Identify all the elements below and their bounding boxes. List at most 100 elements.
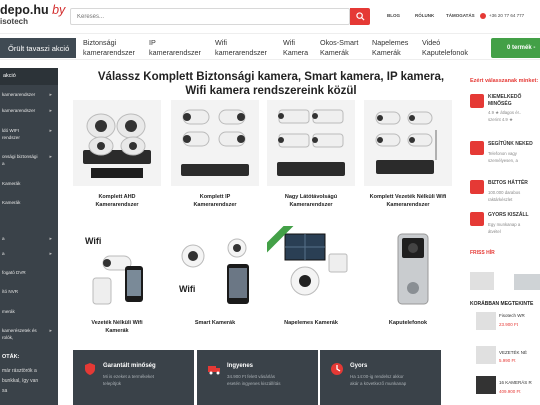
logo[interactable]: depo.hu by isotech (0, 3, 66, 29)
cart-button[interactable]: 0 termék - (491, 38, 540, 58)
promo-button[interactable]: Őrült tavaszi akció (0, 38, 76, 58)
benefit-quality: Garantált minőség Mi is ezeket a terméke… (73, 350, 194, 405)
product-name[interactable]: Fisotech WR (499, 313, 525, 318)
blog-link[interactable]: BLOG (387, 13, 400, 18)
sidebar-bottom-text: bunkkal, így van (2, 378, 39, 384)
card-label[interactable]: Nagy Látótávolságú Kamerarendszer (267, 193, 355, 209)
chevron-right-icon: ▸ (49, 251, 52, 257)
sidebar-item[interactable]: Kamerák (0, 181, 58, 187)
wifi-tag: Wifi (85, 236, 102, 246)
benefit-fast: Gyors Ha 14:00-ig rendelsz akkor akár a k… (320, 350, 441, 405)
card-label[interactable]: Komplett AHD Kamerarendszer (73, 193, 161, 209)
why-us-title: GYORS KISZÁLL (488, 212, 529, 218)
nav-item-smart[interactable]: Okos-Smart Kamerák (320, 38, 358, 58)
benefit-text: 34.900 Ft felett vásárlás esetén ingyenes… (227, 374, 281, 386)
why-us-header: Ezért válasszanak minket: (470, 78, 539, 84)
why-us-title: BIZTOS HÁTTÉR (488, 180, 528, 186)
why-us-text: raktárkészlet (488, 197, 513, 202)
sidebar-item[interactable]: ldó WIFI ▸ (0, 128, 58, 134)
benefit-text: Mi is ezeket a termékeket telepítjük (103, 374, 155, 386)
sidebar-bottom-text: már rásztörök a (2, 368, 37, 374)
card-label[interactable]: Komplett Vezeték Nélküli Wifi Kamerarends… (364, 193, 452, 209)
why-us-text: átvétel (488, 229, 501, 234)
product-name[interactable]: 16 KAMERÁS R (499, 380, 532, 385)
card-label[interactable]: Napelemes Kamerák (267, 319, 355, 327)
news-thumbnail[interactable] (470, 272, 494, 290)
nav-item-doorbell[interactable]: Videó Kaputelefonok (422, 38, 468, 58)
clock-icon (331, 363, 343, 375)
phone-icon (480, 13, 486, 19)
sidebar-item[interactable]: a ▸ (0, 236, 58, 242)
sidebar-bottom-text: sa (2, 388, 8, 394)
why-us-text: 4.9 ★ átlagos ér.. (488, 110, 522, 115)
chat-icon (470, 141, 484, 155)
nav-item-security[interactable]: Biztonsági kamerarendszer (83, 38, 135, 58)
product-image[interactable] (364, 226, 452, 312)
product-image[interactable] (73, 100, 161, 186)
phone-number[interactable]: +36 20 77 64 777 (489, 13, 524, 18)
news-label: FRISS HÍR (470, 250, 495, 256)
logo-subtext: isotech (0, 17, 29, 26)
product-price: 5.990 Ft (499, 358, 516, 363)
card-label[interactable]: Komplett IP Kamerarendszer (171, 193, 259, 209)
main-nav: Őrült tavaszi akció Biztonsági kamerarend… (0, 33, 540, 60)
wifi-tag: Wifi (179, 284, 196, 294)
nav-item-wifi-camera[interactable]: Wifi Kamera (283, 38, 308, 58)
product-price: 23.900 Ft (499, 322, 519, 327)
benefit-free: Ingyenes 34.900 Ft felett vásárlás esetén… (197, 350, 318, 405)
sidebar-bottom-title: OTÁK: (2, 354, 20, 360)
product-thumbnail[interactable] (476, 346, 496, 364)
logo-text: depo.hu by (0, 3, 66, 17)
sidebar-item[interactable]: merák (0, 309, 58, 315)
sidebar-item[interactable]: rendszer (0, 135, 58, 141)
support-link[interactable]: TÁMOGATÁS (446, 13, 475, 18)
sidebar-item[interactable]: fogató DVR (0, 270, 58, 276)
product-name[interactable]: VEZETÉK NÉ (499, 350, 527, 355)
product-image[interactable]: Wifi (73, 226, 161, 312)
sidebar-item[interactable]: a ▸ (0, 251, 58, 257)
sidebar-item[interactable]: a (0, 161, 58, 167)
card-label[interactable]: Smart Kamerák (171, 319, 259, 327)
product-image[interactable] (171, 100, 259, 186)
sidebar-item[interactable]: ító NVR (0, 289, 58, 295)
product-image[interactable]: Wifi (171, 226, 259, 312)
sidebar-item[interactable]: kamerarendszer ▸ (0, 92, 58, 98)
sidebar-item[interactable]: Kamerák (0, 200, 58, 206)
why-us-text: személyesen, a (488, 158, 518, 163)
why-us-text: Egy munkanap a (488, 222, 521, 227)
chevron-right-icon: ▸ (49, 92, 52, 98)
why-us-title: MINŐSÉG (488, 101, 512, 107)
why-us-text: Telefonon vagy (488, 151, 517, 156)
card-label[interactable]: Kaputelefonok (364, 319, 452, 327)
product-thumbnail[interactable] (476, 376, 496, 394)
sidebar-item[interactable]: onsági biztonsági ▸ (0, 154, 58, 160)
card-label[interactable]: Vezeték Nélküli Wifi Kamerák (73, 319, 161, 335)
sidebar-item[interactable]: kamerarendszer ▸ (0, 108, 58, 114)
sidebar-header[interactable]: akció (0, 68, 58, 85)
product-thumbnail[interactable] (476, 312, 496, 330)
search-icon (355, 12, 365, 21)
chevron-right-icon: ▸ (49, 128, 52, 134)
about-link[interactable]: RÓLUNK (415, 13, 434, 18)
product-image[interactable] (267, 226, 355, 312)
search-input[interactable] (70, 8, 350, 25)
star-icon (470, 94, 484, 108)
category-sidebar: akció kamerarendszer ▸ kamerarendszer ▸ ld… (0, 68, 58, 405)
truck-icon (470, 212, 484, 226)
product-image[interactable] (364, 100, 452, 186)
nav-item-solar[interactable]: Napelemes Kamerák (372, 38, 408, 58)
nav-item-ip[interactable]: IP kamerarendszer (149, 38, 201, 58)
sidebar-item[interactable]: kamerészetek és ▸ (0, 328, 58, 334)
nav-item-wifi-system[interactable]: Wifi kamerarendszer (215, 38, 267, 58)
chevron-right-icon: ▸ (49, 108, 52, 114)
why-us-text: 100.000 darabos (488, 190, 521, 195)
search-button[interactable] (350, 8, 370, 25)
product-image[interactable] (267, 100, 355, 186)
why-us-title: SEGÍTÜNK NEKED (488, 141, 533, 147)
news-thumbnail[interactable] (514, 274, 540, 290)
benefit-title: Garantált minőség (103, 363, 156, 369)
chevron-right-icon: ▸ (49, 154, 52, 160)
sidebar-item[interactable]: rolók, (0, 335, 58, 341)
page-title: Válassz Komplett Biztonsági kamera, Smar… (97, 71, 445, 97)
shield-check-icon (85, 363, 95, 375)
